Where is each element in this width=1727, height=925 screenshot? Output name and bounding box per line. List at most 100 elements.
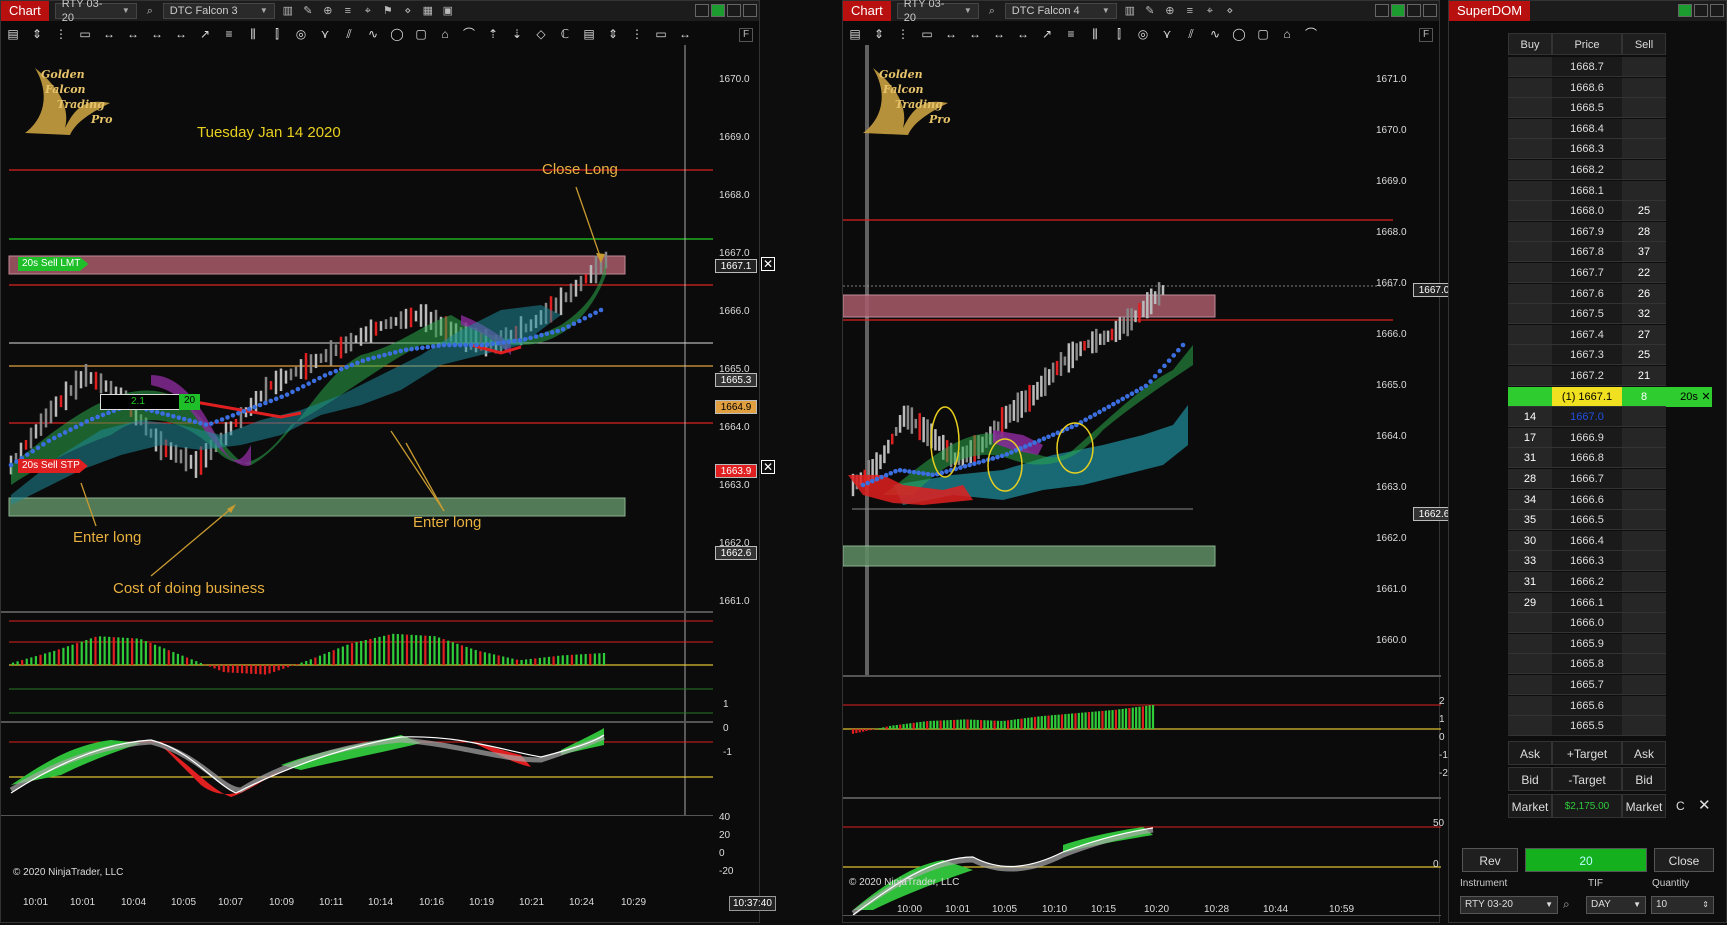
dom-buy-cell[interactable]	[1508, 180, 1552, 201]
dom-price-cell[interactable]: 1665.7	[1552, 675, 1622, 695]
drawing-tool-icon[interactable]: ⫼	[241, 25, 265, 43]
dom-buy-cell[interactable]	[1508, 345, 1552, 366]
drawing-tool-icon[interactable]: ↔	[145, 25, 169, 43]
drawing-tool-icon[interactable]: ℂ	[553, 25, 577, 43]
dom-sell-cell[interactable]	[1622, 489, 1666, 510]
dom-sell-cell[interactable]	[1622, 695, 1666, 716]
dom-price-cell[interactable]: 1668.3	[1552, 139, 1622, 160]
drawing-tool-icon[interactable]: ⌂	[1275, 25, 1299, 43]
maximize-icon[interactable]	[1694, 4, 1708, 17]
drawing-tool-icon[interactable]: ⋮	[49, 25, 73, 43]
drawing-tool-icon[interactable]: ⫽	[337, 25, 361, 43]
drawing-tool-icon[interactable]: ▤	[843, 25, 867, 43]
minus-target-button[interactable]: -Target	[1552, 767, 1622, 791]
stepper-icon[interactable]: ⇕	[1702, 897, 1709, 913]
bar-type-icon[interactable]: ▥	[281, 4, 295, 18]
order-qty-box[interactable]: 2.1 20	[100, 394, 200, 410]
dom-sell-cell[interactable]: 27	[1622, 324, 1666, 345]
drawing-tool-icon[interactable]: ▭	[915, 25, 939, 43]
dom-buy-cell[interactable]: 14	[1508, 407, 1552, 428]
dom-price-cell[interactable]: 1666.8	[1552, 448, 1622, 469]
drawing-tool-icon[interactable]: ⌒	[1299, 25, 1323, 43]
c-button[interactable]: C	[1676, 794, 1690, 818]
maximize-icon[interactable]	[727, 4, 741, 17]
dom-buy-cell[interactable]: 34	[1508, 489, 1552, 510]
drawing-tool-icon[interactable]: ≡	[217, 25, 241, 43]
dom-price-cell[interactable]: 1668.1	[1552, 180, 1622, 201]
dom-price-cell[interactable]: (1) 1667.1	[1552, 386, 1622, 407]
restore-icon[interactable]	[711, 4, 725, 17]
dom-buy-cell[interactable]	[1508, 242, 1552, 263]
maximize-icon[interactable]	[1407, 4, 1421, 17]
drawing-tool-icon[interactable]: ⇡	[481, 25, 505, 43]
dom-sell-cell[interactable]	[1622, 675, 1666, 695]
pencil-icon[interactable]: ✎	[1143, 4, 1157, 18]
dom-sell-cell[interactable]	[1622, 160, 1666, 180]
dom-sell-cell[interactable]: 8	[1622, 386, 1666, 407]
drawing-tool-icon[interactable]: ⫼	[1083, 25, 1107, 43]
pencil-icon[interactable]: ✎	[301, 4, 315, 18]
data-box-icon[interactable]: ▦	[421, 4, 435, 18]
dom-sell-cell[interactable]	[1622, 407, 1666, 428]
dom-sell-cell[interactable]	[1622, 654, 1666, 675]
dom-sell-cell[interactable]	[1622, 633, 1666, 654]
minimize-icon[interactable]	[695, 4, 709, 17]
restore-icon[interactable]	[1678, 4, 1692, 17]
dom-buy-cell[interactable]	[1508, 654, 1552, 675]
dom-buy-cell[interactable]	[1508, 304, 1552, 325]
dom-buy-cell[interactable]	[1508, 98, 1552, 119]
drawing-tool-icon[interactable]: ◎	[1131, 25, 1155, 43]
close-icon[interactable]	[1423, 4, 1437, 17]
dom-price-cell[interactable]: 1667.2	[1552, 366, 1622, 386]
dom-sell-cell[interactable]	[1622, 118, 1666, 139]
dom-sell-cell[interactable]: 28	[1622, 221, 1666, 242]
dom-sell-cell[interactable]	[1622, 613, 1666, 634]
dom-price-cell[interactable]: 1668.0	[1552, 201, 1622, 222]
drawing-tool-icon[interactable]: ↔	[673, 25, 697, 43]
dom-buy-cell[interactable]: 30	[1508, 530, 1552, 551]
search-icon[interactable]: ⌕	[1563, 897, 1570, 912]
dom-price-cell[interactable]: 1667.8	[1552, 242, 1622, 263]
dom-buy-cell[interactable]	[1508, 160, 1552, 180]
chart1-tab[interactable]: Chart	[1, 1, 49, 21]
dom-price-cell[interactable]: 1667.3	[1552, 345, 1622, 366]
instrument-select[interactable]: RTY 03-20 ▼	[1460, 896, 1558, 914]
dom-sell-cell[interactable]	[1622, 530, 1666, 551]
drawing-tool-icon[interactable]: ↔	[1011, 25, 1035, 43]
dom-price-cell[interactable]: 1666.2	[1552, 572, 1622, 592]
strategy-icon[interactable]: ⚑	[381, 4, 395, 18]
drawing-tool-icon[interactable]: ⫿	[1107, 25, 1131, 43]
dom-sell-cell[interactable]	[1622, 139, 1666, 160]
drawing-tool-icon[interactable]: ▢	[409, 25, 433, 43]
dom-buy-cell[interactable]: 35	[1508, 510, 1552, 531]
dom-buy-cell[interactable]	[1508, 201, 1552, 222]
dom-buy-cell[interactable]	[1508, 263, 1552, 283]
dom-buy-cell[interactable]	[1508, 77, 1552, 98]
drawing-tool-icon[interactable]: ∿	[1203, 25, 1227, 43]
dom-buy-cell[interactable]	[1508, 221, 1552, 242]
chart2-template-select[interactable]: DTC Falcon 4 ▼	[1004, 3, 1117, 19]
dom-buy-cell[interactable]: 17	[1508, 427, 1552, 448]
chart1-f-button[interactable]: F	[739, 28, 753, 42]
dom-price-cell[interactable]: 1668.6	[1552, 77, 1622, 98]
crosshair-icon[interactable]: ⌖	[361, 4, 375, 18]
dom-sell-cell[interactable]: 26	[1622, 283, 1666, 304]
drawing-tool-icon[interactable]: ⌂	[433, 25, 457, 43]
dom-price-cell[interactable]: 1668.4	[1552, 118, 1622, 139]
chart2-f-button[interactable]: F	[1419, 28, 1433, 42]
chart1-instrument-select[interactable]: RTY 03-20 ▼	[54, 0, 137, 24]
dom-sell-cell[interactable]	[1622, 448, 1666, 469]
close-icon[interactable]	[743, 4, 757, 17]
drawing-tool-icon[interactable]: ⇣	[505, 25, 529, 43]
dom-sell-cell[interactable]	[1622, 180, 1666, 201]
dom-sell-cell[interactable]	[1622, 469, 1666, 489]
crosshair-icon[interactable]: ⌖	[1203, 4, 1217, 18]
drawing-tool-icon[interactable]: ◯	[385, 25, 409, 43]
drawing-tool-icon[interactable]: ↔	[121, 25, 145, 43]
drawing-tool-icon[interactable]: ⋮	[891, 25, 915, 43]
ask-right-button[interactable]: Ask	[1622, 741, 1666, 765]
dom-buy-cell[interactable]: 29	[1508, 592, 1552, 613]
order-qty-green[interactable]: 20	[179, 394, 200, 410]
close-position-button[interactable]: Close	[1654, 848, 1714, 872]
dom-price-cell[interactable]: 1667.0	[1552, 407, 1622, 428]
